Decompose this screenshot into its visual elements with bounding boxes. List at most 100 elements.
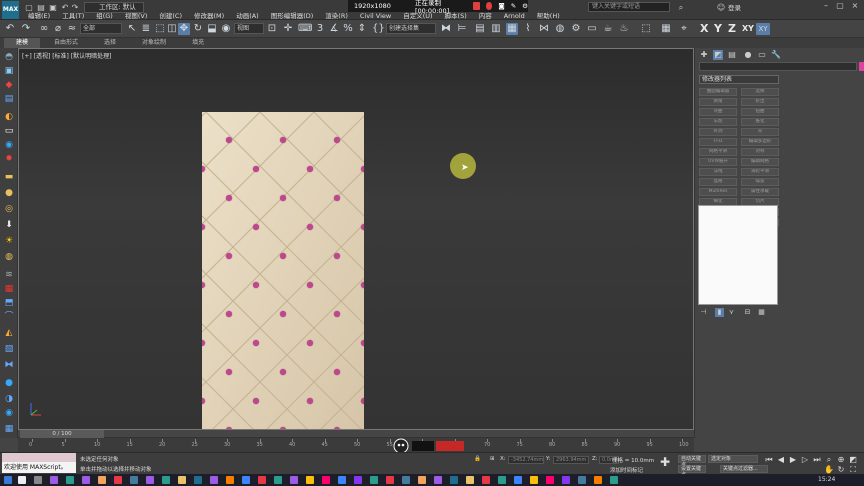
search-taskbar-icon[interactable]	[18, 476, 26, 484]
modifier-button[interactable]: 锥化	[741, 118, 779, 126]
taskbar-app-5-icon[interactable]	[114, 476, 122, 484]
modifier-button[interactable]: 噪波	[741, 178, 779, 186]
poly-tools-icon[interactable]: ▤	[3, 94, 15, 104]
unlink-icon[interactable]: ⌀	[52, 23, 64, 35]
camera-icon[interactable]: ◙	[498, 2, 504, 10]
angle-snap-icon[interactable]: ∡	[328, 23, 340, 35]
taskbar-app-30-icon[interactable]	[530, 476, 538, 484]
taskbar-app-14-icon[interactable]	[274, 476, 282, 484]
taskbar-app-2-icon[interactable]	[66, 476, 74, 484]
taskbar-app-22-icon[interactable]	[402, 476, 410, 484]
taskbar-app-20-icon[interactable]	[370, 476, 378, 484]
modifier-button[interactable]: 壳	[741, 128, 779, 136]
add-keyframe-icon[interactable]: ✚	[660, 456, 670, 468]
perspective-viewport[interactable]: [+] [透视] [标准] [默认明暗处理] ➤	[18, 48, 694, 430]
menu-item-1[interactable]: 工具(T)	[56, 12, 90, 20]
modifier-button[interactable]: 属性承载	[741, 188, 779, 196]
box-icon[interactable]: ▬	[3, 172, 15, 182]
taskbar-app-32-icon[interactable]	[562, 476, 570, 484]
taskbar-app-8-icon[interactable]	[162, 476, 170, 484]
menu-item-0[interactable]: 编辑(E)	[22, 12, 56, 20]
reference-coord-dropdown[interactable]: 视图	[234, 23, 264, 34]
modifier-stack-view[interactable]	[698, 205, 778, 305]
pin-stack-icon[interactable]: ⊣	[699, 308, 708, 317]
menu-item-6[interactable]: 动画(A)	[230, 12, 265, 20]
modifier-button[interactable]: 选择	[741, 88, 779, 96]
rendered-frame-icon[interactable]: ▭	[586, 23, 598, 35]
key-filters-button[interactable]: 关键点过滤器...	[720, 465, 768, 473]
taskbar-app-4-icon[interactable]	[98, 476, 106, 484]
modifier-button[interactable]: 扭曲	[741, 108, 779, 116]
create-tab-icon[interactable]: ✚	[699, 50, 709, 60]
modify-tab-icon[interactable]: ◩	[713, 50, 723, 60]
modifier-button[interactable]: 网格平滑	[699, 148, 737, 156]
menu-item-2[interactable]: 组(G)	[90, 12, 119, 20]
modifier-stack-icon[interactable]: ▦	[3, 284, 15, 294]
taskbar-app-33-icon[interactable]	[578, 476, 586, 484]
particle-icon[interactable]: ✸	[3, 154, 15, 164]
sphere-icon[interactable]: ●	[3, 188, 15, 198]
taskbar-app-3-icon[interactable]	[82, 476, 90, 484]
grid-icon[interactable]: ▦	[660, 23, 672, 35]
show-end-result-icon[interactable]: ▮	[715, 308, 724, 317]
light-icon[interactable]: ◐	[3, 112, 15, 122]
taskbar-app-15-icon[interactable]	[290, 476, 298, 484]
taskbar-app-34-icon[interactable]	[594, 476, 602, 484]
zoom-extents-icon[interactable]: ⊕	[836, 455, 846, 465]
modifier-button[interactable]: 车削	[699, 118, 737, 126]
x-coord-field[interactable]: -3452.74mm	[508, 456, 544, 464]
menu-item-9[interactable]: Civil View	[354, 12, 397, 20]
viewport-layout-icon[interactable]: ⬚	[640, 23, 652, 35]
named-selection-dropdown[interactable]: 创建选择集	[386, 23, 436, 34]
extrude-icon[interactable]: ⬒	[3, 298, 15, 308]
add-time-tag-button[interactable]: 添加时间标记	[610, 466, 643, 474]
object-name-field[interactable]	[699, 62, 857, 71]
hierarchy-tab-icon[interactable]: ▤	[727, 50, 737, 60]
modifier-button[interactable]: 倒角	[699, 98, 737, 106]
selected-object-dropdown[interactable]: 选定对象	[708, 455, 758, 463]
taskbar-app-11-icon[interactable]	[226, 476, 234, 484]
close-icon[interactable]: ×	[849, 1, 861, 11]
stop-record-icon[interactable]	[485, 2, 493, 10]
spotlight-icon[interactable]: ⬇	[3, 220, 15, 230]
configure-modifier-sets-icon[interactable]: ▦	[757, 308, 766, 317]
motion-tab-icon[interactable]: ●	[743, 50, 753, 60]
utilities-tab-icon[interactable]: 🔧	[771, 50, 781, 60]
taskbar-app-13-icon[interactable]	[258, 476, 266, 484]
taskbar-app-19-icon[interactable]	[354, 476, 362, 484]
rect-selection-icon[interactable]: ⬚	[154, 23, 166, 35]
curve-editor-icon[interactable]: ⌇	[522, 23, 534, 35]
lathe-icon[interactable]: ◭	[3, 328, 15, 338]
torus-icon[interactable]: ◎	[3, 204, 15, 214]
redo-icon[interactable]: ↷	[20, 23, 32, 35]
shell-icon[interactable]: ▧	[3, 344, 15, 354]
taskbar-app-25-icon[interactable]	[450, 476, 458, 484]
maxscript-listener[interactable]: 欢迎使用 MAXScript。	[2, 462, 76, 473]
taskbar-app-27-icon[interactable]	[482, 476, 490, 484]
taskbar-3dsmax-icon[interactable]	[194, 476, 202, 484]
taskbar-app-29-icon[interactable]	[514, 476, 522, 484]
go-to-end-icon[interactable]: ⏭	[812, 455, 822, 465]
auto-key-button[interactable]: 自动关键点	[678, 455, 706, 468]
menu-item-7[interactable]: 图形编辑器(D)	[265, 12, 320, 20]
manipulate-icon[interactable]: ✛	[282, 23, 294, 35]
taskbar-app-6-icon[interactable]	[130, 476, 138, 484]
axis-z-button[interactable]: Z	[728, 22, 736, 35]
viewport-label[interactable]: [+] [透视] [标准] [默认明暗处理]	[22, 51, 111, 60]
ribbon-tab-2[interactable]: 选择	[92, 38, 128, 48]
taskbar-app-7-icon[interactable]	[146, 476, 154, 484]
modifier-button[interactable]: 晶格	[699, 178, 737, 186]
bend-icon[interactable]: ⌒	[3, 312, 15, 322]
modifier-button[interactable]: 涡轮平滑	[741, 168, 779, 176]
render-setup-icon[interactable]: ⚙	[570, 23, 582, 35]
taskbar-app-12-icon[interactable]	[242, 476, 250, 484]
minimize-icon[interactable]: –	[820, 1, 832, 11]
select-and-rotate-icon[interactable]: ↻	[192, 23, 204, 35]
symmetry-icon[interactable]: ⧓	[3, 360, 15, 370]
create-icon[interactable]: ◓	[3, 52, 15, 62]
search-input[interactable]: 键入关键字或短语	[588, 2, 670, 12]
modifier-button[interactable]: 编辑多边形	[741, 138, 779, 146]
layer-explorer-icon[interactable]: ▤	[474, 23, 486, 35]
ribbon-tab-0[interactable]: 建模	[4, 38, 41, 48]
selection-filter-dropdown[interactable]: 全部	[80, 23, 122, 34]
